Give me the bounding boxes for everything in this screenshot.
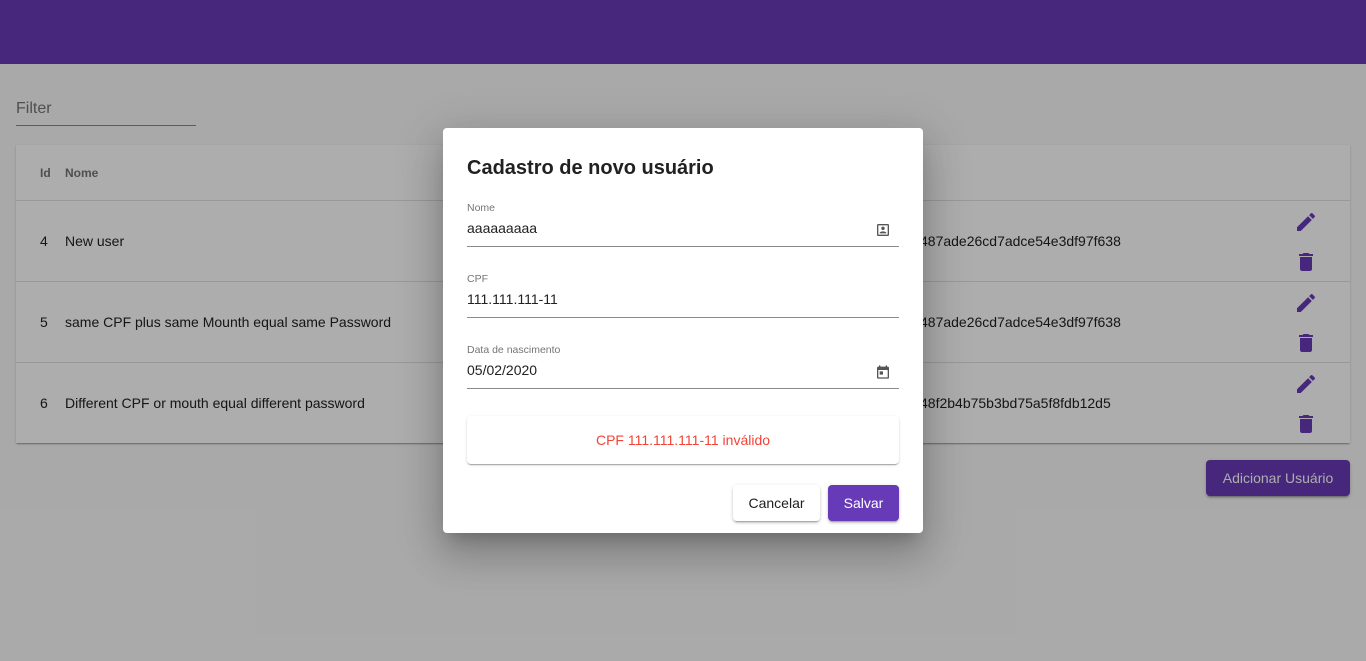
save-button[interactable]: Salvar: [828, 485, 899, 521]
error-message-card: CPF 111.111.111-11 inválido: [467, 416, 899, 464]
cpf-value[interactable]: 111.111.111-11: [467, 291, 558, 307]
birthdate-value[interactable]: 05/02/2020: [467, 362, 537, 378]
cpf-field[interactable]: CPF 111.111.111-11: [467, 273, 899, 318]
new-user-dialog: Cadastro de novo usuário Nome aaaaaaaaa …: [443, 128, 923, 533]
nome-field[interactable]: Nome aaaaaaaaa: [467, 202, 899, 247]
birthdate-label: Data de nascimento: [467, 344, 561, 356]
contact-card-icon: [875, 222, 891, 238]
birthdate-field[interactable]: Data de nascimento 05/02/2020: [467, 344, 899, 389]
cpf-label: CPF: [467, 273, 488, 285]
calendar-icon[interactable]: [875, 364, 891, 380]
dialog-title: Cadastro de novo usuário: [467, 157, 714, 179]
nome-value[interactable]: aaaaaaaaa: [467, 220, 537, 236]
error-message: CPF 111.111.111-11 inválido: [595, 432, 771, 448]
nome-label: Nome: [467, 202, 496, 214]
cancel-button[interactable]: Cancelar: [733, 485, 820, 521]
